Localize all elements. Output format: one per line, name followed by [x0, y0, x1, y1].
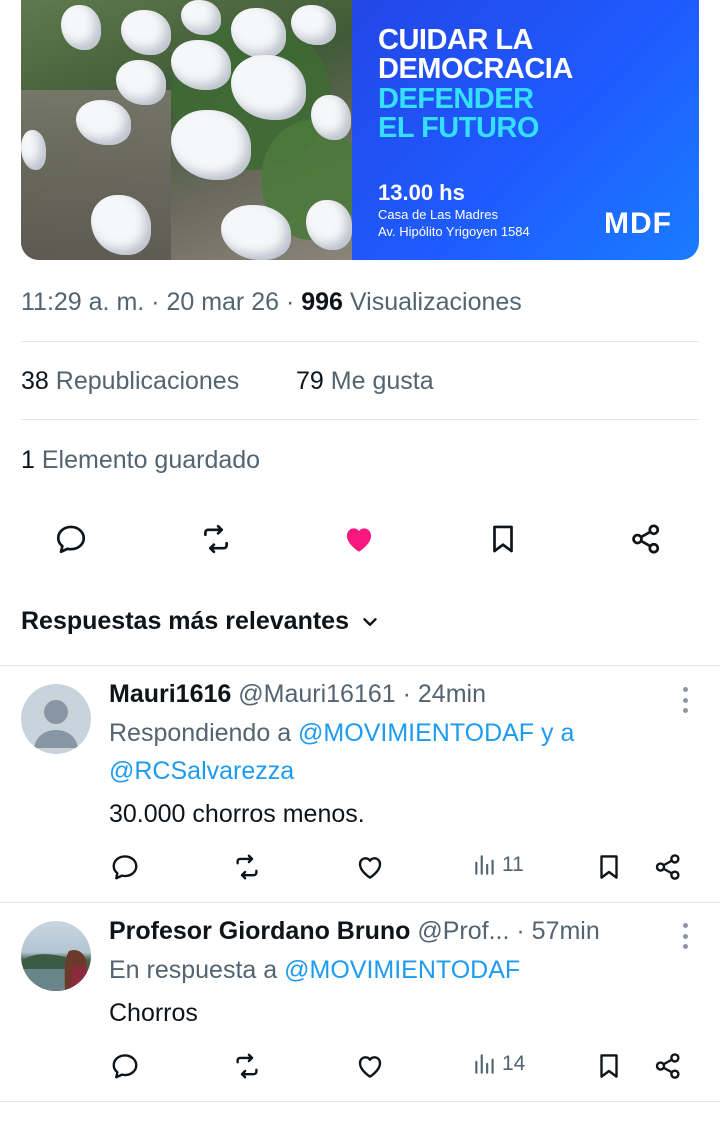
reply-reply-button[interactable] — [110, 1051, 140, 1081]
heart-icon — [358, 1056, 382, 1078]
reply-context-cont: @RCSalvarezza — [109, 757, 294, 786]
likes-stat[interactable]: 79 Me gusta — [296, 367, 434, 396]
avatar-default[interactable] — [21, 684, 91, 754]
share-icon — [655, 1053, 680, 1079]
divider — [0, 902, 720, 903]
mention-link[interactable]: @RCSalvarezza — [109, 757, 294, 785]
event-time: 13.00 hs — [378, 180, 465, 205]
avatar-photo[interactable] — [21, 921, 91, 991]
reply-context: En respuesta a @MOVIMIENTODAF — [109, 956, 520, 985]
reply-author-handle[interactable]: @Mauri16161 — [238, 680, 395, 708]
reply-icon — [112, 855, 138, 880]
replies-sort-dropdown[interactable]: Respuestas más relevantes — [21, 607, 381, 636]
event-venue: Casa de Las Madres — [378, 207, 498, 222]
repost-icon — [204, 524, 228, 554]
mention-link[interactable]: @MOVIMIENTODAF — [284, 956, 520, 984]
reply-body: 30.000 chorros menos. — [109, 800, 365, 828]
post-date: 20 mar 26 — [166, 288, 280, 316]
reply-time: 57min — [531, 917, 600, 945]
bookmark-icon — [600, 1054, 618, 1078]
headline-line-2: DEMOCRACIA — [378, 53, 573, 85]
repost-button[interactable] — [196, 519, 236, 559]
reply-time: 24min — [417, 680, 486, 708]
bookmark-icon — [493, 525, 513, 553]
mention-join[interactable]: y a — [541, 719, 574, 747]
headline-line-3: DEFENDER — [378, 83, 534, 115]
reposts-label: Republicaciones — [55, 367, 240, 395]
views-count: 996 — [301, 288, 343, 316]
mdf-logo: MDF — [604, 207, 672, 240]
post-time: 11:29 a. m. — [21, 288, 145, 316]
bookmark-button[interactable] — [483, 519, 523, 559]
event-promo-panel: CUIDAR LA DEMOCRACIA DEFENDER EL FUTURO … — [352, 0, 699, 260]
reply-reply-button[interactable] — [110, 852, 140, 882]
post-timestamp-views: 11:29 a. m. · 20 mar 26 · 996 Visualizac… — [21, 288, 522, 317]
reply-bookmark-button[interactable] — [594, 1051, 624, 1081]
views-label: Visualizaciones — [349, 288, 522, 316]
sort-label: Respuestas más relevantes — [21, 607, 349, 635]
headline-line-1: CUIDAR LA — [378, 24, 534, 56]
reply-repost-button[interactable] — [232, 852, 262, 882]
likes-label: Me gusta — [330, 367, 434, 395]
reply-body: Chorros — [109, 999, 198, 1027]
meta-separator: · — [151, 288, 160, 316]
headline-line-4: EL FUTURO — [378, 112, 539, 144]
reply-author-name[interactable]: Profesor Giordano Bruno — [109, 917, 410, 945]
reply-context-prefix: Respondiendo a — [109, 719, 292, 747]
meta-separator: · — [516, 917, 525, 945]
reply-header: Profesor Giordano Bruno @Prof... · 57min — [109, 917, 600, 946]
post-image[interactable]: CUIDAR LA DEMOCRACIA DEFENDER EL FUTURO … — [21, 0, 699, 260]
share-icon — [632, 524, 660, 554]
divider — [0, 665, 720, 666]
reply-views-count: 14 — [502, 1052, 526, 1075]
reply-icon — [56, 525, 86, 554]
divider — [0, 1101, 720, 1102]
reply-context: Respondiendo a @MOVIMIENTODAF y a — [109, 719, 574, 748]
reply-like-button[interactable] — [355, 1051, 385, 1081]
reply-icon — [112, 1054, 138, 1079]
saved-stat[interactable]: 1 Elemento guardado — [21, 446, 260, 475]
event-address: Av. Hipólito Yrigoyen 1584 — [378, 224, 530, 239]
reply-bookmark-button[interactable] — [594, 852, 624, 882]
saved-count: 1 — [21, 446, 35, 474]
default-profile-icon — [34, 700, 78, 748]
reply-repost-button[interactable] — [232, 1051, 262, 1081]
likes-count: 79 — [296, 367, 324, 395]
reposts-stat[interactable]: 38 Republicaciones — [21, 367, 239, 396]
views-chart-icon — [475, 1054, 494, 1074]
views-chart-icon — [475, 855, 494, 875]
bookmark-icon — [600, 855, 618, 879]
like-button[interactable] — [339, 519, 379, 559]
chevron-down-icon — [363, 617, 377, 626]
reply-author-handle[interactable]: @Prof... — [417, 917, 509, 945]
reposts-count: 38 — [21, 367, 49, 395]
divider — [21, 419, 699, 420]
more-options-button[interactable] — [678, 923, 692, 949]
reply-views-button[interactable]: 11 — [472, 852, 524, 878]
mention-link[interactable]: @MOVIMIENTODAF — [298, 719, 534, 747]
share-button[interactable] — [626, 519, 666, 559]
profile-photo-icon — [21, 949, 87, 991]
reply-author-name[interactable]: Mauri1616 — [109, 680, 231, 708]
meta-separator: · — [402, 680, 411, 708]
reply-share-button[interactable] — [653, 852, 683, 882]
reply-views-count: 11 — [502, 853, 524, 876]
repost-icon — [236, 854, 258, 880]
photo-handkerchiefs — [21, 0, 361, 260]
heart-icon — [358, 857, 382, 879]
reply-like-button[interactable] — [355, 852, 385, 882]
reply-button[interactable] — [51, 519, 91, 559]
saved-label: Elemento guardado — [41, 446, 261, 474]
reply-header: Mauri1616 @Mauri16161 · 24min — [109, 680, 486, 709]
reply-share-button[interactable] — [653, 1051, 683, 1081]
share-icon — [655, 854, 680, 880]
reply-context-prefix: En respuesta a — [109, 956, 278, 984]
meta-separator: · — [285, 288, 295, 316]
divider — [21, 341, 699, 342]
repost-icon — [236, 1053, 258, 1079]
heart-filled-icon — [346, 528, 372, 552]
more-options-button[interactable] — [678, 687, 692, 713]
reply-views-button[interactable]: 14 — [472, 1051, 525, 1077]
